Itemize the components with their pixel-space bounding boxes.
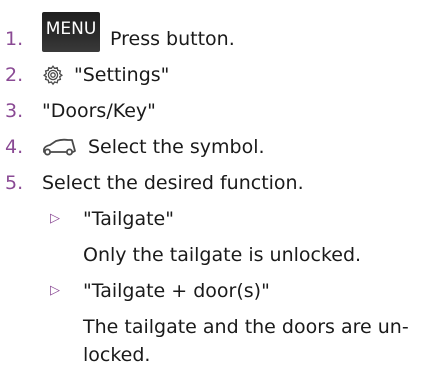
step-text: "Doors/Key"	[42, 100, 156, 122]
step-text: Press button.	[110, 28, 235, 50]
instruction-list: 1. MENU Press button. 2. "Settings" 3. "…	[0, 0, 445, 378]
step-text: "Settings"	[74, 64, 170, 86]
step-text: Select the symbol.	[88, 136, 265, 158]
car-icon	[42, 137, 78, 157]
option-label: "Tailgate + door(s)"	[83, 280, 270, 302]
step-text: Select the desired function.	[42, 172, 304, 194]
menu-button-icon: MENU	[42, 12, 100, 52]
option-description: The tailgate and the doors are un-	[83, 316, 409, 338]
step-number: 1.	[5, 28, 24, 50]
step-number: 3.	[5, 100, 24, 122]
step-number: 5.	[5, 172, 24, 194]
step-number: 2.	[5, 64, 24, 86]
step-number: 4.	[5, 136, 24, 158]
option-description: locked.	[83, 344, 151, 366]
bullet-icon: ▷	[50, 211, 60, 226]
gear-icon	[42, 64, 64, 86]
option-description: Only the tailgate is unlocked.	[83, 244, 362, 266]
option-label: "Tailgate"	[83, 208, 174, 230]
bullet-icon: ▷	[50, 283, 60, 298]
